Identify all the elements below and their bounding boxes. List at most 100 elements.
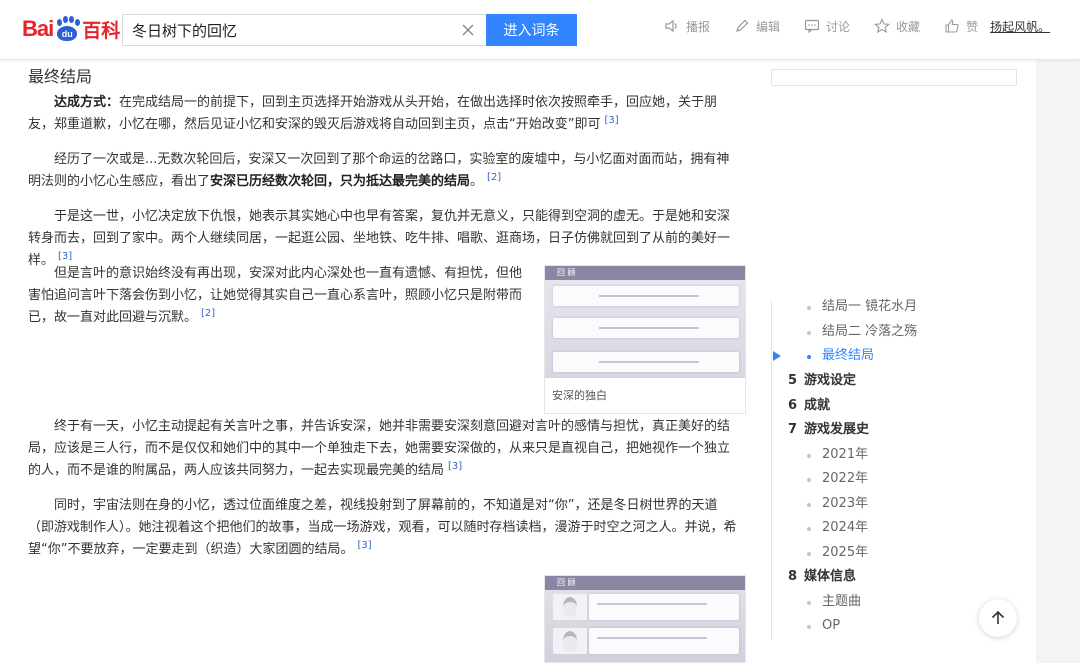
paragraph-text: 终于有一天，小忆主动提起有关言叶之事，并告诉安深，她并非需要安深刻意回避对言叶的…: [28, 419, 731, 478]
toc-item-label: OP: [822, 618, 841, 633]
back-to-top-button[interactable]: [979, 599, 1017, 637]
figure-xiaoyi-dialog[interactable]: 回 顾: [544, 575, 746, 663]
paragraph-three-people: 终于有一天，小忆主动提起有关言叶之事，并告诉安深，她并非需要安深刻意回避对言叶的…: [28, 416, 740, 482]
user-profile-link[interactable]: 扬起风帆。: [990, 18, 1050, 35]
header-actions: 播报 编辑 讨论 收藏 赞 扬起风帆。: [664, 16, 1050, 36]
section-title: 最终结局: [28, 67, 93, 86]
reference-link[interactable]: [2]: [201, 308, 215, 319]
toc-item-number: 6: [788, 398, 798, 413]
favorite-button[interactable]: 收藏: [874, 18, 920, 35]
pencil-icon: [736, 19, 749, 32]
toc-item-2022[interactable]: 2022年: [772, 468, 868, 490]
toc-item-development-history[interactable]: 7 游戏发展史: [772, 419, 869, 441]
figure-image: 回 顾: [545, 266, 745, 378]
article-content: 最终结局 达成方式：在完成结局一的前提下，回到主页选择开始游戏从头开始，在做出选…: [0, 60, 760, 663]
logo-bai-text: Bai: [22, 16, 54, 41]
top-header: Bai du 百科 进入词条 播报 编辑 讨论 收藏: [0, 0, 1080, 60]
toc-item-ending-two[interactable]: 结局二 冷落之殇: [772, 321, 917, 343]
toc-item-label: 2022年: [822, 471, 869, 486]
logo-du-text: du: [57, 26, 78, 41]
page-margin: [1036, 60, 1080, 663]
paragraph-completion-method: 达成方式：在完成结局一的前提下，回到主页选择开始游戏从头开始，在做出选择时依次按…: [28, 92, 740, 136]
edit-label: 编辑: [756, 19, 781, 34]
reference-link[interactable]: [3]: [58, 251, 72, 262]
toc-item-label: 最终结局: [822, 348, 875, 363]
toc-item-theme-song[interactable]: 主题曲: [772, 591, 861, 613]
table-of-contents: 结局一 镜花水月 结局二 冷落之殇 最终结局 5 游戏设定 6 成就 7 游戏发展史 …: [771, 299, 1024, 640]
paragraph-text: 。: [470, 174, 484, 189]
favorite-label: 收藏: [896, 19, 921, 34]
figure-image: 回 顾: [545, 576, 745, 662]
baidu-baike-logo[interactable]: Bai du 百科: [22, 12, 120, 46]
logo-baike-text: 百科: [82, 19, 121, 42]
toc-item-label: 2023年: [822, 496, 869, 511]
star-icon: [874, 18, 891, 34]
toc-item-achievements[interactable]: 6 成就: [772, 395, 830, 417]
discuss-button[interactable]: 讨论: [804, 18, 850, 35]
like-label: 赞: [966, 19, 979, 34]
paragraph-reincarnation: 经历了一次或是...无数次轮回后，安深又一次回到了那个命运的岔路口，实验室的废墟…: [28, 149, 740, 193]
clear-icon[interactable]: [460, 22, 476, 38]
paragraph-cosmic-law: 同时，宇宙法则在身的小忆，透过位面维度之差，视线投射到了屏幕前的，不知道是对“你…: [28, 495, 740, 561]
comment-icon: [804, 19, 820, 34]
avatar: [553, 628, 587, 654]
reference-link[interactable]: [3]: [604, 115, 618, 126]
sidebar-box: [771, 69, 1017, 86]
paragraph-bold: 安深已历经数次轮回，只为抵达最完美的结局: [210, 174, 471, 189]
paragraph-kotoha: 但是言叶的意识始终没有再出现，安深对此内心深处也一直有遗憾、有担忧，但他害怕追问…: [28, 263, 526, 329]
avatar: [553, 594, 587, 620]
broadcast-button[interactable]: 播报: [664, 18, 710, 35]
toc-item-2024[interactable]: 2024年: [772, 517, 868, 539]
toc-item-label: 2025年: [822, 545, 869, 560]
dialog-row: [553, 318, 739, 338]
search-input[interactable]: [122, 14, 486, 46]
figure-header-bar: 回 顾: [545, 266, 745, 280]
discuss-label: 讨论: [826, 19, 851, 34]
toc-item-label: 主题曲: [822, 594, 862, 609]
toc-item-label: 结局一 镜花水月: [822, 299, 918, 314]
paragraph-lead: 达成方式：: [54, 95, 120, 110]
broadcast-label: 播报: [686, 19, 711, 34]
figure-monologue[interactable]: 回 顾 安深的独白: [544, 265, 746, 414]
toc-item-ending-one[interactable]: 结局一 镜花水月: [772, 296, 917, 318]
dialog-row: [589, 594, 739, 620]
paragraph-text: 但是言叶的意识始终没有再出现，安深对此内心深处也一直有遗憾、有担忧，但他害怕追问…: [28, 266, 523, 325]
toc-item-2023[interactable]: 2023年: [772, 493, 868, 515]
toc-item-label: 2024年: [822, 520, 869, 535]
paragraph-text: 同时，宇宙法则在身的小忆，透过位面维度之差，视线投射到了屏幕前的，不知道是对“你…: [28, 498, 737, 557]
thumbs-up-icon: [945, 19, 959, 33]
arrow-up-icon: [991, 610, 1005, 624]
dialog-row: [589, 628, 739, 654]
toc-item-game-settings[interactable]: 5 游戏设定: [772, 370, 856, 392]
edit-button[interactable]: 编辑: [734, 18, 780, 35]
reference-link[interactable]: [2]: [487, 172, 501, 183]
toc-item-2021[interactable]: 2021年: [772, 444, 868, 466]
toc-item-label: 结局二 冷落之殇: [822, 324, 918, 339]
speaker-icon: [665, 19, 677, 33]
toc-item-label: 游戏设定: [804, 373, 857, 388]
right-sidebar: 结局一 镜花水月 结局二 冷落之殇 最终结局 5 游戏设定 6 成就 7 游戏发展史 …: [760, 60, 1036, 663]
dialog-row: [553, 352, 739, 372]
paragraph-text: 在完成结局一的前提下，回到主页选择开始游戏从头开始，在做出选择时依次按照牵手，回…: [28, 95, 718, 132]
toc-item-media-info[interactable]: 8 媒体信息: [772, 566, 856, 588]
toc-item-number: 5: [788, 373, 798, 388]
toc-item-label: 游戏发展史: [804, 422, 870, 437]
figure-header-bar: 回 顾: [545, 576, 745, 590]
reference-link[interactable]: [3]: [357, 540, 371, 551]
toc-item-op[interactable]: OP: [772, 615, 840, 637]
enter-entry-button[interactable]: 进入词条: [486, 14, 577, 46]
toc-item-label: 成就: [804, 398, 831, 413]
figure-caption: 安深的独白: [552, 389, 607, 402]
search-bar: 进入词条: [122, 14, 577, 46]
like-button[interactable]: 赞: [944, 18, 978, 35]
dialog-row: [553, 286, 739, 306]
toc-item-label: 2021年: [822, 447, 869, 462]
paragraph-text: 于是这一世，小忆决定放下仇恨，她表示其实她心中也早有答案，复仇并无意义，只能得到…: [28, 209, 731, 268]
toc-item-label: 媒体信息: [804, 569, 857, 584]
toc-item-2025[interactable]: 2025年: [772, 542, 868, 564]
toc-item-final-ending[interactable]: 最终结局: [772, 345, 874, 367]
reference-link[interactable]: [3]: [448, 461, 462, 472]
toc-item-number: 8: [788, 569, 798, 584]
paw-icon: du: [54, 16, 81, 42]
toc-item-number: 7: [788, 422, 798, 437]
